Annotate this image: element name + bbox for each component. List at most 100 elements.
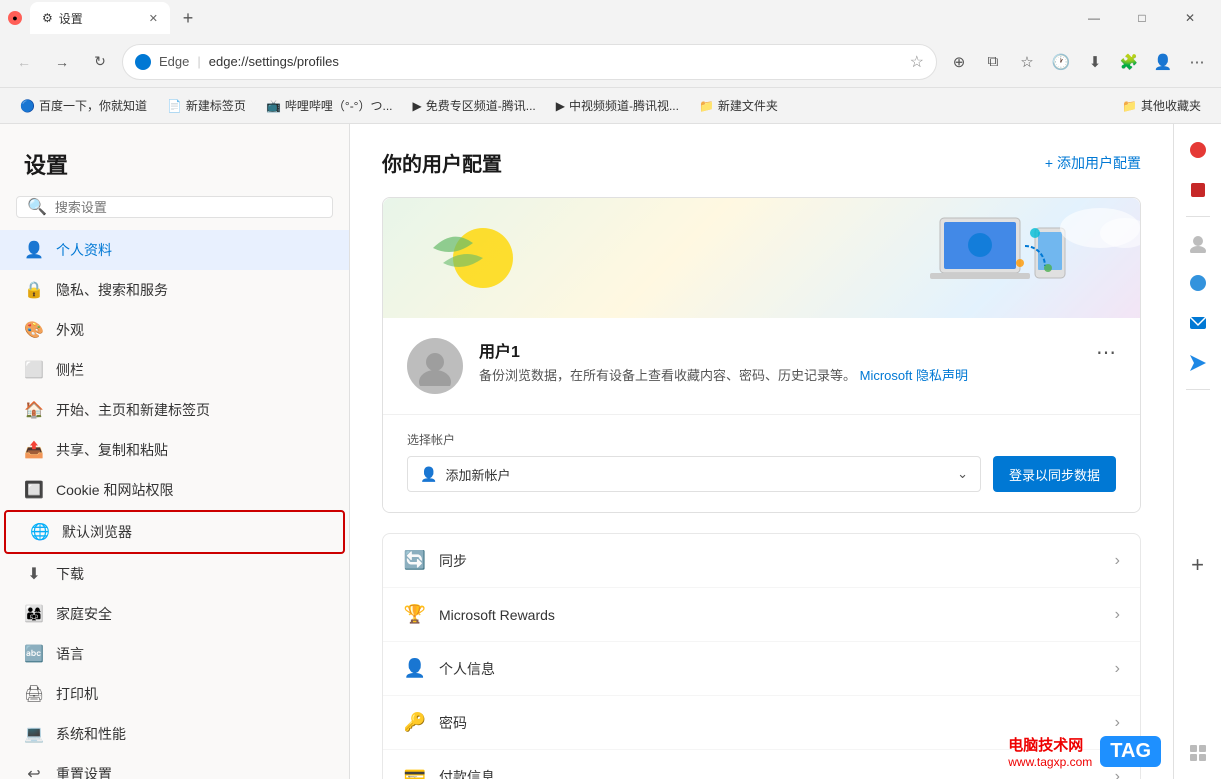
passwords-row-arrow: › bbox=[1115, 714, 1120, 732]
bookmark-bilibili[interactable]: 📺 哔哩哔哩（°-°）つ... bbox=[258, 95, 401, 116]
sidebar-item-default-browser[interactable]: 🌐 默认浏览器 bbox=[4, 510, 345, 554]
tab-title: 设置 bbox=[59, 10, 83, 27]
family-safety-nav-icon: 👨‍👩‍👧 bbox=[24, 604, 44, 624]
sidebar-item-privacy[interactable]: 🔒 隐私、搜索和服务 bbox=[0, 270, 349, 310]
rs-edge-button[interactable] bbox=[1180, 265, 1216, 301]
sync-row[interactable]: 🔄 同步 › bbox=[383, 534, 1140, 588]
start-nav-label: 开始、主页和新建标签页 bbox=[56, 400, 210, 420]
share-nav-icon: 📤 bbox=[24, 440, 44, 460]
profile-more-button[interactable]: ⋯ bbox=[1096, 340, 1116, 365]
bookmarks-more-button[interactable]: 📁 其他收藏夹 bbox=[1114, 95, 1209, 116]
collections-button[interactable]: ⊕ bbox=[943, 46, 975, 78]
rs-tools-button[interactable] bbox=[1180, 172, 1216, 208]
split-view-button[interactable]: ⧉ bbox=[977, 46, 1009, 78]
appearance-nav-icon: 🎨 bbox=[24, 320, 44, 340]
rs-settings-button[interactable] bbox=[1180, 735, 1216, 771]
bookmark-newtab[interactable]: 📄 新建标签页 bbox=[159, 95, 254, 116]
payment-row-icon: 💳 bbox=[403, 766, 427, 779]
rs-add-button[interactable]: + bbox=[1180, 547, 1216, 583]
sidebar-item-share[interactable]: 📤 共享、复制和粘贴 bbox=[0, 430, 349, 470]
personal-info-row-label: 个人信息 bbox=[439, 659, 1103, 679]
language-nav-label: 语言 bbox=[56, 644, 84, 664]
bilibili-icon: 📺 bbox=[266, 99, 281, 113]
main-layout: 设置 🔍 👤 个人资料 🔒 隐私、搜索和服务 🎨 外观 ⬜ 侧栏 🏠 开始、主页… bbox=[0, 124, 1221, 779]
default-browser-nav-icon: 🌐 bbox=[30, 522, 50, 542]
profile-button[interactable]: 👤 bbox=[1147, 46, 1179, 78]
sidebar-item-downloads[interactable]: ⬇ 下载 bbox=[0, 554, 349, 594]
tencent1-label: 免费专区频道-腾讯... bbox=[426, 97, 536, 114]
default-browser-nav-label: 默认浏览器 bbox=[62, 522, 132, 542]
tencent1-icon: ▶ bbox=[413, 99, 422, 113]
more-bookmarks-label: 其他收藏夹 bbox=[1141, 97, 1201, 114]
account-section: 选择帐户 👤 添加新帐户 ⌄ 登录以同步数据 bbox=[383, 414, 1140, 512]
sync-row-arrow: › bbox=[1115, 552, 1120, 570]
rs-favorites-button[interactable] bbox=[1180, 132, 1216, 168]
downloads-nav-icon: ⬇ bbox=[24, 564, 44, 584]
printer-nav-label: 打印机 bbox=[56, 684, 98, 704]
start-nav-icon: 🏠 bbox=[24, 400, 44, 420]
minimize-button[interactable]: — bbox=[1071, 0, 1117, 36]
downloads-button[interactable]: ⬇ bbox=[1079, 46, 1111, 78]
rs-profile-button[interactable] bbox=[1180, 225, 1216, 261]
appearance-nav-label: 外观 bbox=[56, 320, 84, 340]
sidebar-item-appearance[interactable]: 🎨 外观 bbox=[0, 310, 349, 350]
account-select-icon: 👤 bbox=[420, 466, 437, 483]
sidebar-item-start[interactable]: 🏠 开始、主页和新建标签页 bbox=[0, 390, 349, 430]
sidebar-item-system[interactable]: 💻 系统和性能 bbox=[0, 714, 349, 754]
rs-send-button[interactable] bbox=[1180, 345, 1216, 381]
search-box[interactable]: 🔍 bbox=[16, 196, 333, 218]
profile-banner bbox=[383, 198, 1140, 318]
rewards-row[interactable]: 🏆 Microsoft Rewards › bbox=[383, 588, 1140, 642]
privacy-nav-label: 隐私、搜索和服务 bbox=[56, 280, 168, 300]
add-profile-button[interactable]: + 添加用户配置 bbox=[1045, 153, 1141, 173]
extensions-button[interactable]: 🧩 bbox=[1113, 46, 1145, 78]
navbar: ← → ↻ Edge | edge://settings/profiles ☆ … bbox=[0, 36, 1221, 88]
close-traffic-light[interactable]: ● bbox=[8, 11, 22, 25]
settings-more-button[interactable]: ⋯ bbox=[1181, 46, 1213, 78]
active-tab[interactable]: ⚙ 设置 ✕ bbox=[30, 2, 170, 34]
forward-button[interactable]: → bbox=[46, 46, 78, 78]
separator: | bbox=[197, 54, 200, 69]
bookmark-tencent2[interactable]: ▶ 中视频频道-腾讯视... bbox=[548, 95, 687, 116]
sidebar-item-family-safety[interactable]: 👨‍👩‍👧 家庭安全 bbox=[0, 594, 349, 634]
window-close-button[interactable]: ✕ bbox=[1167, 0, 1213, 36]
sidebar-item-language[interactable]: 🔤 语言 bbox=[0, 634, 349, 674]
watermark-line2: www.tagxp.com bbox=[1008, 755, 1092, 769]
sidebar-item-reset[interactable]: ↩ 重置设置 bbox=[0, 754, 349, 779]
share-nav-label: 共享、复制和粘贴 bbox=[56, 440, 168, 460]
rs-outlook-button[interactable] bbox=[1180, 305, 1216, 341]
printer-nav-icon: 🖨 bbox=[24, 684, 44, 704]
sidebar-item-printer[interactable]: 🖨 打印机 bbox=[0, 674, 349, 714]
profile-description: 备份浏览数据，在所有设备上查看收藏内容、密码、历史记录等。 Microsoft … bbox=[479, 366, 1080, 386]
account-select[interactable]: 👤 添加新帐户 ⌄ bbox=[407, 456, 981, 492]
newtab-icon: 📄 bbox=[167, 99, 182, 113]
passwords-row-icon: 🔑 bbox=[403, 712, 427, 733]
sidebar-item-sidebar[interactable]: ⬜ 侧栏 bbox=[0, 350, 349, 390]
bookmark-new-folder[interactable]: 📁 新建文件夹 bbox=[691, 95, 786, 116]
tab-close-button[interactable]: ✕ bbox=[149, 12, 158, 25]
privacy-policy-link[interactable]: Microsoft 隐私声明 bbox=[860, 368, 968, 383]
profile-nav-label: 个人资料 bbox=[56, 240, 112, 260]
new-tab-button[interactable]: + bbox=[174, 4, 202, 32]
refresh-button[interactable]: ↻ bbox=[84, 46, 116, 78]
back-button[interactable]: ← bbox=[8, 46, 40, 78]
bookmark-tencent1[interactable]: ▶ 免费专区频道-腾讯... bbox=[405, 95, 544, 116]
sync-button[interactable]: 登录以同步数据 bbox=[993, 456, 1116, 492]
watermark-tag: TAG bbox=[1100, 736, 1161, 767]
folder-label: 新建文件夹 bbox=[718, 97, 778, 114]
maximize-button[interactable]: □ bbox=[1119, 0, 1165, 36]
sidebar-item-profile[interactable]: 👤 个人资料 bbox=[0, 230, 349, 270]
content-header: 你的用户配置 + 添加用户配置 bbox=[382, 148, 1141, 177]
bookmark-star-icon[interactable]: ☆ bbox=[910, 52, 924, 72]
history-button[interactable]: 🕐 bbox=[1045, 46, 1077, 78]
favorites-button[interactable]: ☆ bbox=[1011, 46, 1043, 78]
folder-icon: 📁 bbox=[699, 99, 714, 113]
bookmark-baidu[interactable]: 🔵 百度一下，你就知道 bbox=[12, 95, 155, 116]
rewards-row-icon: 🏆 bbox=[403, 604, 427, 625]
sidebar-item-cookies[interactable]: 🔲 Cookie 和网站权限 bbox=[0, 470, 349, 510]
address-bar[interactable]: Edge | edge://settings/profiles ☆ bbox=[122, 44, 937, 80]
personal-info-row[interactable]: 👤 个人信息 › bbox=[383, 642, 1140, 696]
traffic-lights: ● bbox=[8, 11, 22, 25]
edge-label: Edge bbox=[159, 54, 189, 69]
search-input[interactable] bbox=[55, 200, 322, 215]
